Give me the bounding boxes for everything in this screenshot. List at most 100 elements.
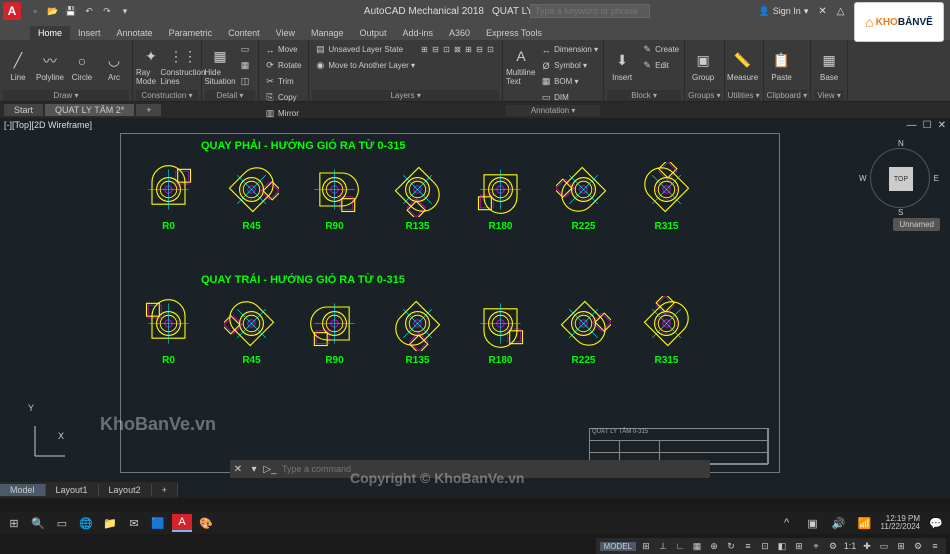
- drawing-canvas[interactable]: [-][Top][2D Wireframe] — ☐ ✕ QUAY PHẢI -…: [0, 118, 950, 498]
- viewport-maximize-icon[interactable]: ☐: [923, 120, 932, 131]
- move-to-another-layer--button[interactable]: ◉Move to Another Layer ▾: [312, 58, 417, 73]
- panel-title[interactable]: Annotation ▾: [506, 105, 600, 116]
- taskbar-app-7[interactable]: A: [172, 514, 192, 532]
- edit-button[interactable]: ✎Edit: [639, 58, 681, 73]
- panel-title[interactable]: Construction ▾: [136, 90, 198, 101]
- panel-title[interactable]: Detail ▾: [205, 90, 255, 101]
- taskbar-app-8[interactable]: 🎨: [196, 514, 216, 532]
- qat-new-icon[interactable]: ▫: [28, 4, 42, 18]
- status-toggle-2[interactable]: ∟: [673, 539, 687, 553]
- status-toggle-17[interactable]: ≡: [928, 539, 942, 553]
- panel-title[interactable]: Layers ▾: [312, 90, 499, 101]
- layout-tab-layout2[interactable]: Layout2: [99, 484, 152, 496]
- create-button[interactable]: ✎Create: [639, 42, 681, 57]
- layout-tab-model[interactable]: Model: [0, 484, 46, 496]
- hide-situation-button[interactable]: ▦Hide Situation: [205, 42, 235, 90]
- notifications-button[interactable]: 💬: [926, 514, 946, 532]
- arc-button[interactable]: ◡Arc: [99, 42, 129, 90]
- status-toggle-3[interactable]: ▦: [690, 539, 704, 553]
- bom--button[interactable]: ▦BOM ▾: [538, 74, 600, 89]
- insert-button[interactable]: ⬇Insert: [607, 42, 637, 90]
- copy-button[interactable]: ⎘Copy: [262, 90, 305, 105]
- line-button[interactable]: ╱Line: [3, 42, 33, 90]
- ribbon-tab-add-ins[interactable]: Add-ins: [395, 26, 442, 40]
- qat-save-icon[interactable]: 💾: [64, 4, 78, 18]
- layer-tool-button[interactable]: ⊞: [463, 42, 473, 57]
- taskbar-app-4[interactable]: 📁: [100, 514, 120, 532]
- status-toggle-7[interactable]: ⊡: [758, 539, 772, 553]
- ribbon-tab-content[interactable]: Content: [220, 26, 268, 40]
- qat-redo-icon[interactable]: ↷: [100, 4, 114, 18]
- tray-icon-2[interactable]: 🔊: [829, 514, 849, 532]
- tool-button[interactable]: ▦: [237, 58, 255, 73]
- status-toggle-15[interactable]: ⊞: [894, 539, 908, 553]
- status-toggle-10[interactable]: ⌖: [809, 539, 823, 553]
- status-toggle-4[interactable]: ⊕: [707, 539, 721, 553]
- ribbon-tab-express-tools[interactable]: Express Tools: [478, 26, 550, 40]
- panel-title[interactable]: Utilities ▾: [728, 90, 760, 101]
- trim-button[interactable]: ✂Trim: [262, 74, 305, 89]
- help-search-input[interactable]: [530, 4, 650, 18]
- view-unnamed-button[interactable]: Unnamed: [893, 218, 940, 231]
- taskbar-clock[interactable]: 12:19 PM11/22/2024: [881, 515, 920, 531]
- paste-button[interactable]: 📋Paste: [767, 42, 797, 90]
- panel-title[interactable]: View ▾: [814, 90, 844, 101]
- status-model-button[interactable]: MODEL: [600, 542, 636, 551]
- layer-tool-button[interactable]: ⊞: [419, 42, 429, 57]
- exchange-icon[interactable]: ✕: [818, 6, 826, 17]
- symbol--button[interactable]: ØSymbol ▾: [538, 58, 600, 73]
- tray-icon-0[interactable]: ^: [777, 514, 797, 532]
- ribbon-tab-view[interactable]: View: [268, 26, 303, 40]
- status-toggle-13[interactable]: ✚: [860, 539, 874, 553]
- add-document-button[interactable]: +: [136, 104, 161, 116]
- panel-title[interactable]: Groups ▾: [688, 90, 720, 101]
- qat-more-icon[interactable]: ▾: [118, 4, 132, 18]
- construction-lines-button[interactable]: ⋮⋮Construction Lines: [168, 42, 198, 90]
- layout-tab-layout1[interactable]: Layout1: [46, 484, 99, 496]
- ribbon-tab-parametric[interactable]: Parametric: [161, 26, 221, 40]
- taskbar-app-3[interactable]: 🌐: [76, 514, 96, 532]
- status-toggle-16[interactable]: ⚙: [911, 539, 925, 553]
- status-toggle-8[interactable]: ◧: [775, 539, 789, 553]
- panel-title[interactable]: Draw ▾: [3, 90, 129, 101]
- command-input[interactable]: [278, 464, 710, 474]
- status-toggle-14[interactable]: ▭: [877, 539, 891, 553]
- viewcube-top[interactable]: TOP: [889, 167, 913, 191]
- layer-tool-button[interactable]: ⊟: [430, 42, 440, 57]
- taskbar-app-2[interactable]: ▭: [52, 514, 72, 532]
- dimension--button[interactable]: ↔Dimension ▾: [538, 42, 600, 57]
- sign-in-button[interactable]: 👤 Sign In ▾: [759, 6, 809, 17]
- dim-button[interactable]: ▭DIM: [538, 90, 600, 105]
- layer-tool-button[interactable]: ⊡: [485, 42, 495, 57]
- tool-button[interactable]: ◫: [237, 74, 255, 89]
- status-toggle-12[interactable]: 1:1: [843, 539, 857, 553]
- ribbon-tab-home[interactable]: Home: [30, 26, 70, 40]
- base-button[interactable]: ▦Base: [814, 42, 844, 90]
- app-icon[interactable]: A: [3, 2, 21, 20]
- layer-tool-button[interactable]: ⊟: [474, 42, 484, 57]
- ribbon-tab-insert[interactable]: Insert: [70, 26, 109, 40]
- ribbon-tab-annotate[interactable]: Annotate: [109, 26, 161, 40]
- taskbar-app-0[interactable]: ⊞: [4, 514, 24, 532]
- ribbon-tab-manage[interactable]: Manage: [303, 26, 352, 40]
- layer-tool-button[interactable]: ⊡: [441, 42, 451, 57]
- status-toggle-5[interactable]: ↻: [724, 539, 738, 553]
- taskbar-app-5[interactable]: ✉: [124, 514, 144, 532]
- ribbon-tab-a360[interactable]: A360: [441, 26, 478, 40]
- group-button[interactable]: ▣Group: [688, 42, 718, 90]
- multiline-text-button[interactable]: AMultiline Text: [506, 42, 536, 90]
- qat-open-icon[interactable]: 📂: [46, 4, 60, 18]
- document-tab[interactable]: Start: [4, 104, 43, 116]
- status-toggle-6[interactable]: ≡: [741, 539, 755, 553]
- viewport-minimize-icon[interactable]: —: [907, 120, 917, 131]
- move-button[interactable]: ↔Move: [262, 42, 305, 57]
- viewport-close-icon[interactable]: ✕: [938, 120, 946, 131]
- view-cube[interactable]: TOP N S E W: [870, 148, 930, 208]
- panel-title[interactable]: Block ▾: [607, 90, 681, 101]
- ribbon-tab-output[interactable]: Output: [352, 26, 395, 40]
- viewport-label[interactable]: [-][Top][2D Wireframe]: [4, 120, 92, 130]
- add-layout-button[interactable]: +: [152, 484, 178, 496]
- measure-button[interactable]: 📏Measure: [728, 42, 758, 90]
- tray-icon-1[interactable]: ▣: [803, 514, 823, 532]
- tool-button[interactable]: ▭: [237, 42, 255, 57]
